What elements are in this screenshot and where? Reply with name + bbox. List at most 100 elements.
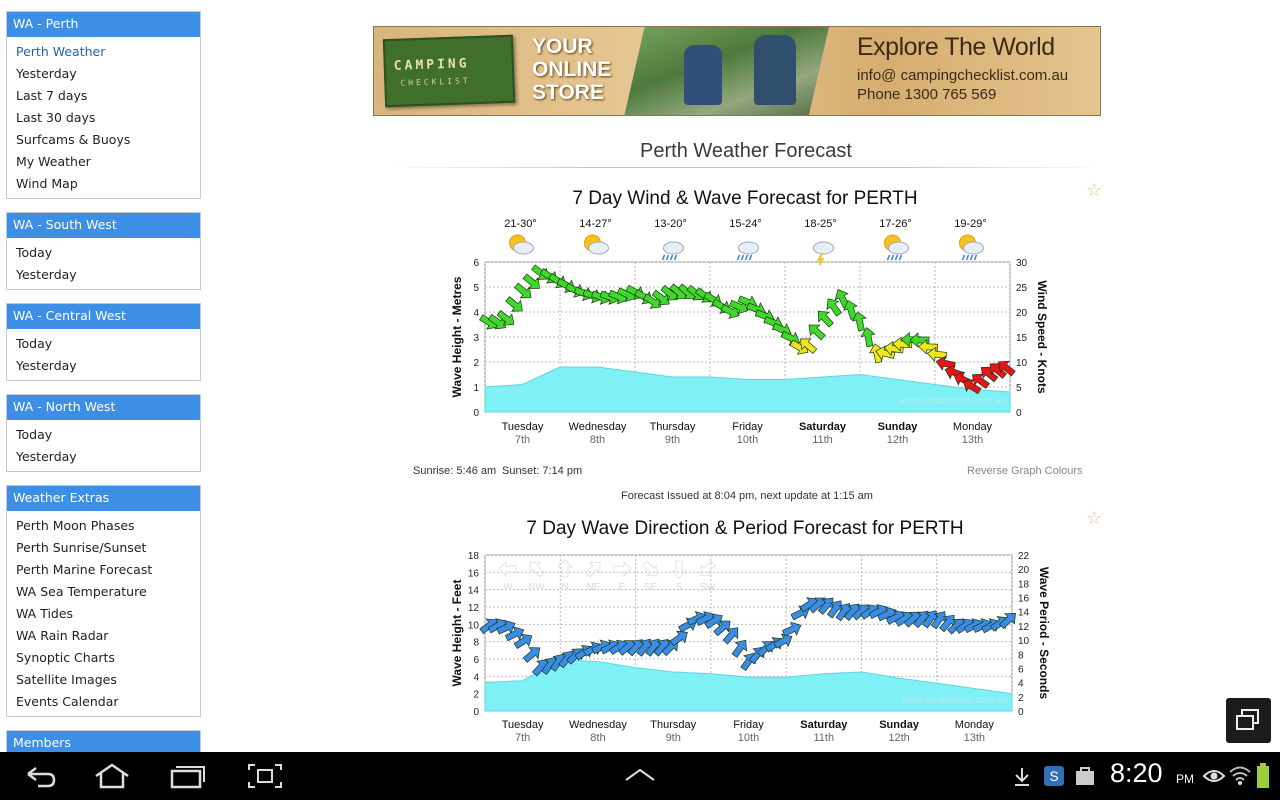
- sidebar-link[interactable]: Today: [7, 333, 200, 355]
- sidebar-link[interactable]: Perth Moon Phases: [7, 515, 200, 537]
- sidebar-section: WA - Central West Today Yesterday: [6, 303, 201, 381]
- sidebar-link[interactable]: WA Rain Radar: [7, 625, 200, 647]
- day-label: Sunday: [878, 421, 919, 433]
- home-icon[interactable]: [92, 762, 132, 790]
- banner-slogan: YOUR ONLINE STORE: [532, 35, 612, 104]
- sidebar-link[interactable]: Perth Sunrise/Sunset: [7, 537, 200, 559]
- sidebar-link[interactable]: Satellite Images: [7, 669, 200, 691]
- sidebar-link[interactable]: Yesterday: [7, 355, 200, 377]
- rain-drop: [894, 254, 899, 261]
- download-icon: [1015, 768, 1029, 786]
- rain-cloud-icon: [661, 241, 684, 261]
- day-label: Saturday: [799, 421, 847, 433]
- left-tick-label: 6: [473, 258, 479, 269]
- cloud-shape: [588, 241, 609, 255]
- sidebar-link[interactable]: Surfcams & Buoys: [7, 129, 200, 151]
- sidebar-link[interactable]: Synoptic Charts: [7, 647, 200, 669]
- sidebar-link[interactable]: Events Calendar: [7, 691, 200, 713]
- cloud-shape: [513, 241, 534, 255]
- date-label: 10th: [737, 434, 758, 446]
- sidebar-link[interactable]: Yesterday: [7, 63, 200, 85]
- camping-checklist-banner[interactable]: CAMPING CHECKLIST YOUR ONLINE STORE Expl…: [373, 26, 1101, 116]
- windows-icon: [1236, 709, 1259, 730]
- rain-drop: [898, 254, 903, 261]
- day-label: Wednesday: [569, 719, 627, 731]
- right-axis-title: Wind Speed - Knots: [1035, 280, 1049, 394]
- date-label: 12th: [887, 434, 908, 446]
- hiker-backpack: [684, 45, 722, 105]
- right-tick-label: 0: [1016, 408, 1022, 419]
- sidebar-link[interactable]: Wind Map: [7, 173, 200, 195]
- date-label: 13th: [964, 732, 985, 744]
- left-axis-title: Wave Height - Metres: [450, 276, 464, 397]
- sidebar-link[interactable]: My Weather: [7, 151, 200, 173]
- chevron-up-icon[interactable]: [620, 766, 660, 794]
- sidebar-list: Today Yesterday: [7, 238, 200, 289]
- screenshot-icon[interactable]: [245, 762, 285, 790]
- sidebar-section-header[interactable]: WA - South West: [7, 213, 200, 238]
- wifi-icon: [1229, 766, 1251, 785]
- sidebar-link[interactable]: Last 30 days: [7, 107, 200, 129]
- sidebar-section-header[interactable]: WA - North West: [7, 395, 200, 420]
- sidebar-link[interactable]: Yesterday: [7, 264, 200, 286]
- sunrise-text: Sunrise: 5:46 am: [413, 465, 497, 477]
- right-axis-title: Wave Period - Seconds: [1037, 567, 1051, 700]
- rain-drop: [969, 254, 974, 261]
- sidebar-list: Today Yesterday: [7, 329, 200, 380]
- wave-direction-chart: 0 2 4 6 8 10 12 14 16 18 0 2 4 6 8 10 12 14 16 18 20 22 www.se…: [450, 551, 1051, 744]
- sidebar-link[interactable]: Last 7 days: [7, 85, 200, 107]
- recent-apps-icon[interactable]: [168, 762, 208, 790]
- skype-icon: S: [1044, 766, 1064, 786]
- watermark: www.seabreeze.com.au: [901, 695, 1008, 706]
- favourite-star-icon[interactable]: ☆: [1086, 508, 1102, 529]
- temperature-range: 13-20°: [654, 218, 687, 230]
- compass-label: N: [561, 582, 568, 593]
- wind-wave-chart: 0 1 2 3 4 5 6 0 5 10 15 20 25 30 www.seabreeze.com.au W…: [450, 218, 1049, 446]
- rain-drop: [965, 254, 970, 261]
- temperature-range: 18-25°: [804, 218, 837, 230]
- sidebar-link[interactable]: WA Sea Temperature: [7, 581, 200, 603]
- rain-drop: [665, 254, 670, 261]
- left-tick-label: 2: [473, 690, 479, 701]
- right-tick-label: 4: [1018, 679, 1024, 690]
- forecast-issued-text: Forecast Issued at 8:04 pm, next update …: [621, 490, 873, 502]
- hikers-photo: [624, 27, 829, 115]
- wind-chart-title: 7 Day Wind & Wave Forecast for PERTH: [572, 188, 918, 209]
- left-tick-label: 10: [468, 620, 480, 631]
- compass-label: W: [503, 582, 513, 593]
- right-tick-label: 12: [1018, 622, 1030, 633]
- date-label: 9th: [666, 732, 681, 744]
- cloud-shape: [663, 241, 684, 255]
- right-tick-label: 10: [1018, 636, 1030, 647]
- right-tick-label: 15: [1016, 333, 1028, 344]
- sidebar-link[interactable]: Perth Weather: [7, 41, 200, 63]
- left-tick-label: 8: [473, 638, 479, 649]
- day-label: Friday: [732, 421, 763, 433]
- date-label: 9th: [665, 434, 680, 446]
- sun-shower-icon: [959, 234, 984, 261]
- wave-chart-title: 7 Day Wave Direction & Period Forecast f…: [526, 518, 964, 539]
- left-tick-label: 12: [468, 603, 480, 614]
- sidebar-section-header[interactable]: WA - Central West: [7, 304, 200, 329]
- sidebar-link[interactable]: Perth Marine Forecast: [7, 559, 200, 581]
- back-icon[interactable]: [20, 762, 60, 790]
- rain-drop: [673, 254, 678, 261]
- date-label: 11th: [813, 732, 834, 744]
- sidebar-link[interactable]: Today: [7, 424, 200, 446]
- temperature-range: 21-30°: [504, 218, 537, 230]
- sidebar-section-header[interactable]: Weather Extras: [7, 486, 200, 511]
- compass-label: E: [619, 582, 626, 593]
- compass-label: NW: [528, 582, 545, 593]
- rain-drop: [748, 254, 753, 261]
- sidebar-link[interactable]: WA Tides: [7, 603, 200, 625]
- multi-window-button[interactable]: [1226, 698, 1271, 743]
- reverse-graph-colours-link[interactable]: Reverse Graph Colours: [967, 465, 1083, 477]
- sidebar-section: WA - Perth Perth Weather Yesterday Last 7 d…: [6, 11, 201, 199]
- date-label: 13th: [962, 434, 983, 446]
- right-tick-label: 5: [1016, 383, 1022, 394]
- right-tick-label: 25: [1016, 283, 1028, 294]
- favourite-star-icon[interactable]: ☆: [1086, 180, 1102, 201]
- sidebar-link[interactable]: Today: [7, 242, 200, 264]
- sidebar-section-header[interactable]: WA - Perth: [7, 12, 200, 37]
- sidebar-link[interactable]: Yesterday: [7, 446, 200, 468]
